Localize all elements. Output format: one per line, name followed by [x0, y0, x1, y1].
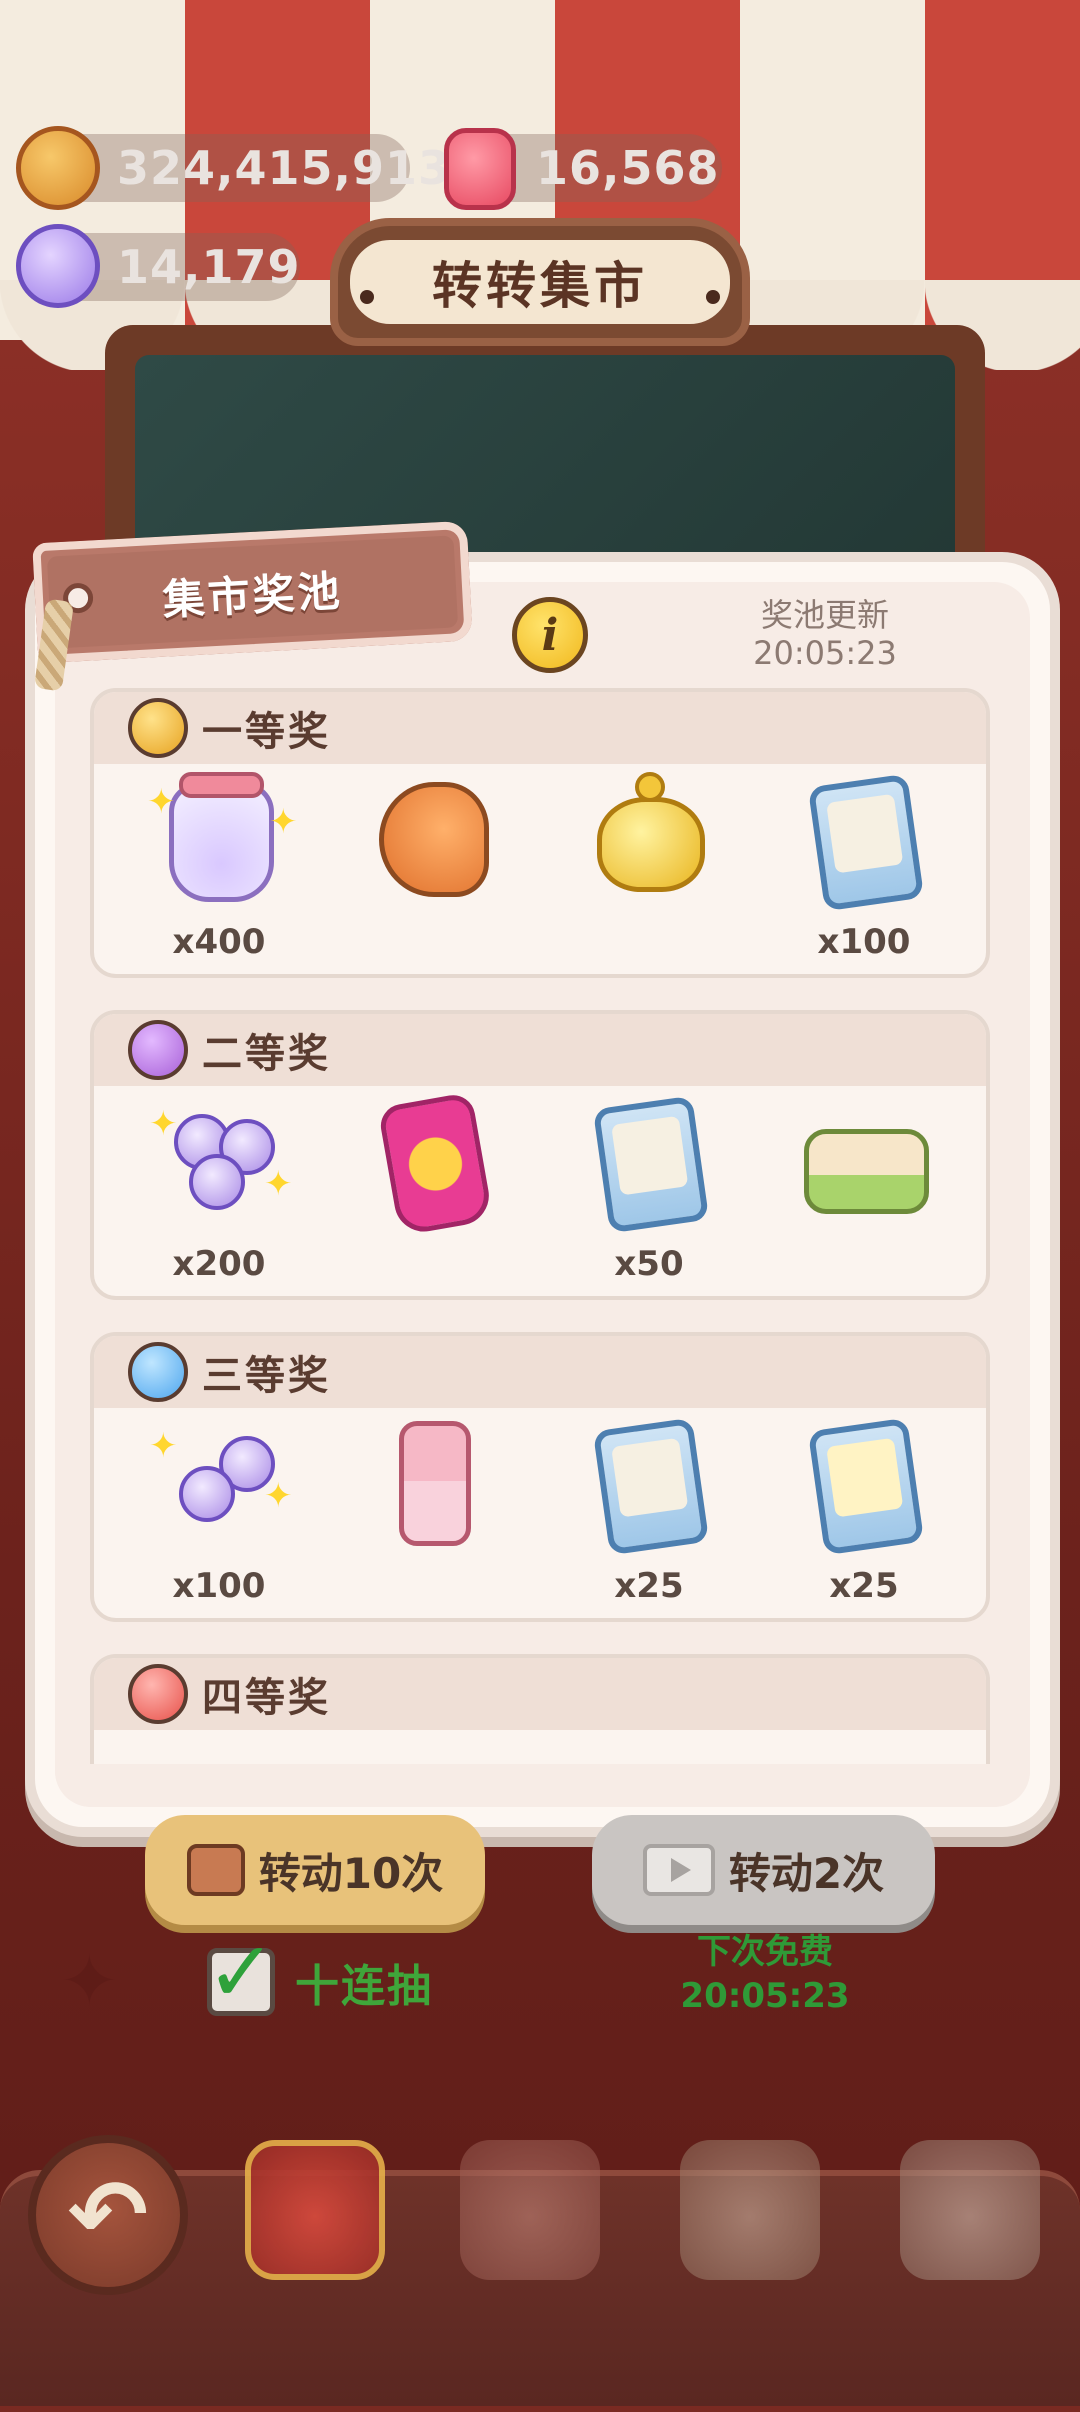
prize-quantity: x200 — [172, 1244, 266, 1284]
ten-draw-label: 十连抽 — [295, 1961, 433, 2012]
pool-refresh-timer: 奖池更新 20:05:23 — [725, 596, 925, 672]
back-arrow-icon: ↶ — [67, 2159, 149, 2271]
golden-teapot-icon — [597, 797, 705, 892]
skill-card-book-icon — [592, 1417, 710, 1556]
skill-card-fist-icon — [807, 1417, 925, 1556]
prize-section-third: 三等奖 ✦ ✦ x100 x25 x25 — [90, 1332, 990, 1622]
prize-item-candy-pair[interactable]: ✦ ✦ x100 — [119, 1416, 319, 1616]
purple-orb-icon — [128, 1020, 188, 1080]
prize-pool-title: 集市奖池 — [161, 565, 344, 625]
prize-item-candy-bundle[interactable]: ✦ ✦ x200 — [119, 1094, 319, 1294]
info-button[interactable]: i — [512, 597, 588, 673]
pool-refresh-label: 奖池更新 — [760, 596, 889, 634]
prize-item-golden-teapot[interactable] — [549, 772, 749, 972]
sparkle-icon: ✦ — [149, 1426, 178, 1466]
bolt-icon — [360, 290, 374, 304]
info-icon: i — [541, 609, 559, 661]
prize-item-seed-bag[interactable] — [334, 1091, 534, 1294]
prize-quantity: x400 — [172, 922, 266, 962]
sparkle-icon: ✦ — [147, 782, 176, 822]
red-orb-icon — [128, 1664, 188, 1724]
prize-pool-tag: 集市奖池 — [32, 520, 473, 664]
page-title: 转转集市 — [432, 257, 648, 315]
video-icon — [642, 1844, 715, 1896]
jar-lid — [179, 772, 264, 798]
candy-jar-icon — [169, 782, 274, 902]
prize-tier-title: 三等奖 — [202, 1353, 331, 1399]
prize-section-fourth: 四等奖 — [90, 1654, 990, 1764]
blue-orb-icon — [128, 1342, 188, 1402]
prize-item-candy-jar[interactable]: ✦ ✦ x400 — [119, 772, 319, 972]
sunflower-seed-bag-icon — [377, 1091, 494, 1237]
sparkle-icon: ✦ — [149, 1104, 178, 1144]
pool-refresh-time: 20:05:23 — [753, 634, 897, 672]
prize-item-skill-card-book[interactable]: x25 — [549, 1416, 749, 1616]
next-free-time: 20:05:23 — [680, 1976, 850, 2016]
market-title-plate: 转转集市 — [330, 218, 750, 346]
candy-bundle-icon — [164, 1114, 279, 1214]
candy-amount: 14,179 — [117, 240, 301, 294]
bolt-icon — [706, 290, 720, 304]
prize-tier-title: 二等奖 — [202, 1031, 331, 1077]
spin-10-button[interactable]: 转动10次 — [145, 1815, 485, 1925]
back-button[interactable]: ↶ — [28, 2135, 188, 2295]
prize-item-rocking-horse[interactable] — [334, 772, 534, 972]
prize-quantity: x25 — [614, 1566, 684, 1606]
doodle-icon: ✦ — [60, 1940, 119, 2022]
bunny-sofa-icon — [804, 1129, 929, 1214]
rocking-horse-icon — [379, 782, 489, 897]
coin-icon — [16, 126, 100, 210]
candy-icon — [16, 224, 100, 308]
gem-amount: 16,568 — [536, 141, 720, 195]
coin-amount: 324,415,913 — [117, 141, 452, 195]
teapot-knob — [635, 772, 665, 802]
prize-item-skill-card[interactable]: x50 — [549, 1094, 749, 1294]
prize-quantity: x25 — [829, 1566, 899, 1606]
prize-item-bunny-sofa[interactable] — [764, 1094, 964, 1294]
prize-quantity: x100 — [817, 922, 911, 962]
prize-tier-title: 四等奖 — [202, 1675, 331, 1721]
sparkle-icon: ✦ — [269, 802, 298, 842]
nav-tab-furniture[interactable] — [900, 2140, 1040, 2280]
ticket-icon — [186, 1844, 245, 1896]
skill-card-axe-icon — [807, 773, 925, 912]
next-free-label: 下次免费 — [697, 1932, 833, 1972]
sparkle-icon: ✦ — [264, 1476, 293, 1516]
spin-2-label: 转动2次 — [728, 1848, 885, 1898]
candy-pair-icon — [164, 1436, 279, 1536]
clover-phone-icon — [399, 1421, 471, 1546]
checkmark-icon: ✓ — [206, 1923, 277, 2021]
gold-orb-icon — [128, 698, 188, 758]
nav-tab-market[interactable] — [245, 2140, 385, 2280]
prize-item-clover-phone[interactable] — [334, 1416, 534, 1616]
panel-scroll-fade — [55, 1764, 1030, 1807]
prize-quantity: x100 — [172, 1566, 266, 1606]
prize-item-skill-card[interactable]: x100 — [764, 772, 964, 972]
prize-section-second: 二等奖 ✦ ✦ x200 x50 — [90, 1010, 990, 1300]
skill-card-axe-icon — [592, 1095, 710, 1234]
ten-draw-checkbox[interactable]: ✓ — [206, 1923, 276, 2021]
sparkle-icon: ✦ — [264, 1164, 293, 1204]
prize-quantity: x50 — [614, 1244, 684, 1284]
spin-2-button[interactable]: 转动2次 — [592, 1815, 935, 1925]
ruby-icon — [444, 128, 516, 210]
nav-tab-house[interactable] — [680, 2140, 820, 2280]
next-free-timer: 下次免费 20:05:23 — [640, 1930, 890, 2018]
prize-item-skill-card-fist[interactable]: x25 — [764, 1416, 964, 1616]
prize-section-first: 一等奖 ✦ ✦ x400 x100 — [90, 688, 990, 978]
spin-10-label: 转动10次 — [258, 1848, 444, 1898]
nav-tab-doll-shop[interactable] — [460, 2140, 600, 2280]
prize-tier-title: 一等奖 — [202, 709, 331, 755]
